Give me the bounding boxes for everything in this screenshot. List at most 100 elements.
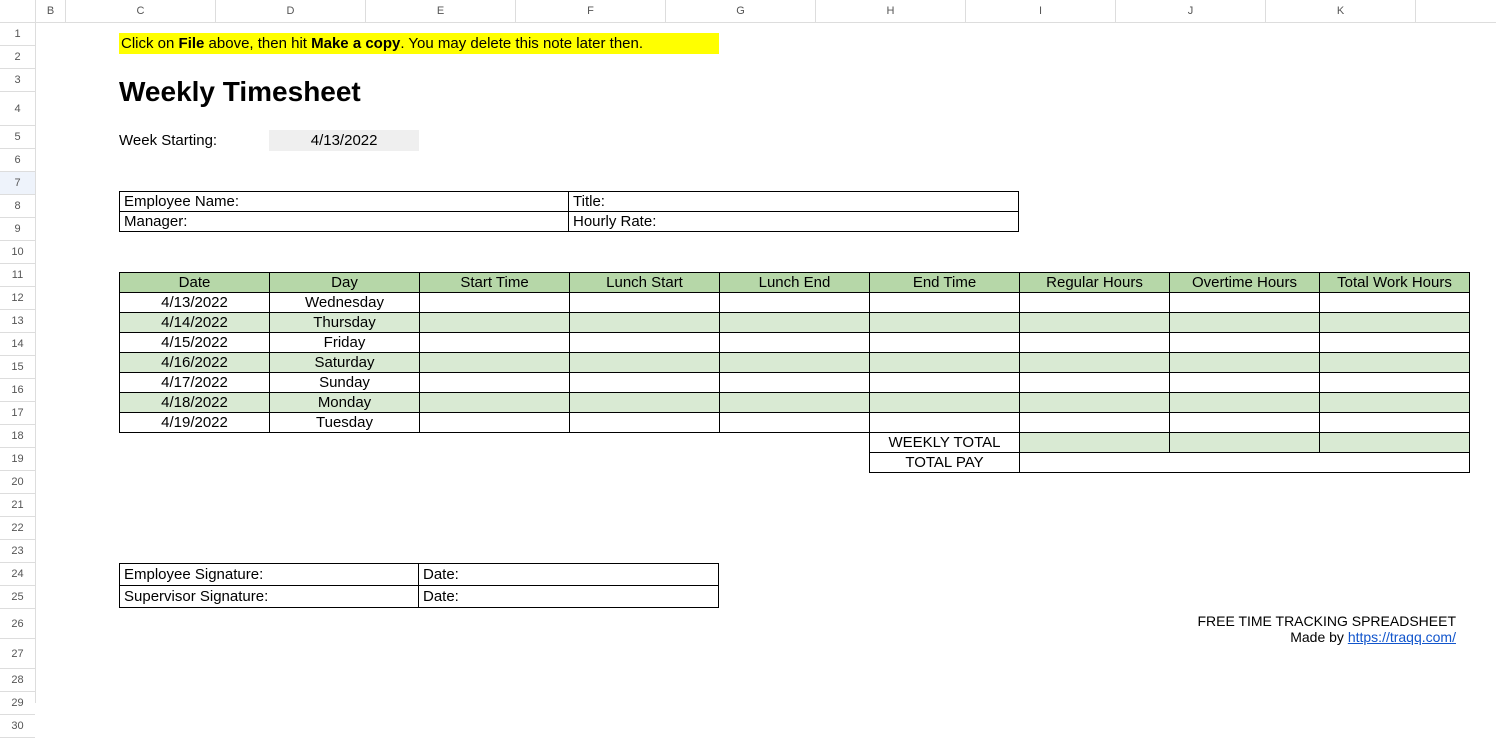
row-header[interactable]: 7 bbox=[0, 172, 35, 195]
cell-value[interactable] bbox=[570, 413, 720, 433]
cell-value[interactable] bbox=[1020, 313, 1170, 333]
title-label[interactable]: Title: bbox=[569, 192, 1018, 211]
cell-value[interactable] bbox=[1170, 373, 1320, 393]
cell-value[interactable] bbox=[420, 393, 570, 413]
cell-value[interactable] bbox=[870, 293, 1020, 313]
row-header[interactable]: 27 bbox=[0, 639, 35, 669]
row-header[interactable]: 23 bbox=[0, 540, 35, 563]
row-header[interactable]: 12 bbox=[0, 287, 35, 310]
cell-value[interactable] bbox=[1020, 373, 1170, 393]
cell-value[interactable] bbox=[1020, 333, 1170, 353]
cell-value[interactable] bbox=[720, 313, 870, 333]
col-total-hours[interactable]: Total Work Hours bbox=[1320, 273, 1470, 293]
weekly-total-regular[interactable] bbox=[1020, 433, 1170, 453]
col-header[interactable]: C bbox=[66, 0, 216, 22]
cell-value[interactable] bbox=[1320, 393, 1470, 413]
hourly-rate-label[interactable]: Hourly Rate: bbox=[569, 212, 1018, 231]
weekly-total-all[interactable] bbox=[1320, 433, 1470, 453]
cell-value[interactable] bbox=[420, 353, 570, 373]
cell-date[interactable]: 4/19/2022 bbox=[120, 413, 270, 433]
cell-value[interactable] bbox=[1020, 293, 1170, 313]
row-header[interactable]: 18 bbox=[0, 425, 35, 448]
cell-day[interactable]: Monday bbox=[270, 393, 420, 413]
employee-signature-date-label[interactable]: Date: bbox=[419, 564, 718, 585]
row-header[interactable]: 2 bbox=[0, 46, 35, 69]
col-day[interactable]: Day bbox=[270, 273, 420, 293]
cell-value[interactable] bbox=[1170, 313, 1320, 333]
col-header[interactable]: J bbox=[1116, 0, 1266, 22]
row-header[interactable]: 6 bbox=[0, 149, 35, 172]
cell-day[interactable]: Thursday bbox=[270, 313, 420, 333]
col-header[interactable]: G bbox=[666, 0, 816, 22]
col-regular-hours[interactable]: Regular Hours bbox=[1020, 273, 1170, 293]
cell-date[interactable]: 4/17/2022 bbox=[120, 373, 270, 393]
cell-value[interactable] bbox=[1170, 413, 1320, 433]
cell-value[interactable] bbox=[570, 293, 720, 313]
cell-value[interactable] bbox=[720, 393, 870, 413]
cell-date[interactable]: 4/15/2022 bbox=[120, 333, 270, 353]
cell-value[interactable] bbox=[870, 353, 1020, 373]
cell-value[interactable] bbox=[870, 313, 1020, 333]
cell-day[interactable]: Sunday bbox=[270, 373, 420, 393]
row-header[interactable]: 21 bbox=[0, 494, 35, 517]
cell-value[interactable] bbox=[1170, 333, 1320, 353]
cell-value[interactable] bbox=[570, 313, 720, 333]
row-header[interactable]: 13 bbox=[0, 310, 35, 333]
row-header[interactable]: 10 bbox=[0, 241, 35, 264]
footer-link[interactable]: https://traqq.com/ bbox=[1348, 629, 1456, 645]
cell-date[interactable]: 4/18/2022 bbox=[120, 393, 270, 413]
row-header[interactable]: 17 bbox=[0, 402, 35, 425]
cell-value[interactable] bbox=[1320, 413, 1470, 433]
cell-value[interactable] bbox=[870, 373, 1020, 393]
col-header[interactable]: B bbox=[36, 0, 66, 22]
col-date[interactable]: Date bbox=[120, 273, 270, 293]
cell-value[interactable] bbox=[420, 373, 570, 393]
cell-value[interactable] bbox=[1320, 313, 1470, 333]
row-header[interactable]: 28 bbox=[0, 669, 35, 692]
cell-date[interactable]: 4/13/2022 bbox=[120, 293, 270, 313]
row-header[interactable]: 1 bbox=[0, 23, 35, 46]
cell-value[interactable] bbox=[1020, 353, 1170, 373]
cell-day[interactable]: Friday bbox=[270, 333, 420, 353]
cell-value[interactable] bbox=[420, 313, 570, 333]
cell-value[interactable] bbox=[870, 413, 1020, 433]
cell-value[interactable] bbox=[1020, 413, 1170, 433]
supervisor-signature-date-label[interactable]: Date: bbox=[419, 586, 718, 607]
cell-value[interactable] bbox=[420, 413, 570, 433]
cell-value[interactable] bbox=[720, 293, 870, 313]
row-header[interactable]: 29 bbox=[0, 692, 35, 715]
row-header[interactable]: 25 bbox=[0, 586, 35, 609]
manager-label[interactable]: Manager: bbox=[120, 212, 569, 231]
row-header[interactable]: 30 bbox=[0, 715, 35, 738]
cell-value[interactable] bbox=[1020, 393, 1170, 413]
row-header[interactable]: 8 bbox=[0, 195, 35, 218]
cell-day[interactable]: Saturday bbox=[270, 353, 420, 373]
col-header[interactable]: E bbox=[366, 0, 516, 22]
cell-value[interactable] bbox=[1170, 293, 1320, 313]
cell-value[interactable] bbox=[870, 393, 1020, 413]
sheet-content[interactable]: Click on File above, then hit Make a cop… bbox=[36, 23, 1496, 608]
row-header[interactable]: 20 bbox=[0, 471, 35, 494]
col-header[interactable]: K bbox=[1266, 0, 1416, 22]
row-header[interactable]: 4 bbox=[0, 92, 35, 126]
cell-value[interactable] bbox=[570, 353, 720, 373]
cell-date[interactable]: 4/16/2022 bbox=[120, 353, 270, 373]
row-header[interactable]: 14 bbox=[0, 333, 35, 356]
cell-value[interactable] bbox=[1320, 293, 1470, 313]
week-starting-value[interactable]: 4/13/2022 bbox=[269, 130, 419, 151]
employee-name-label[interactable]: Employee Name: bbox=[120, 192, 569, 211]
cell-date[interactable]: 4/14/2022 bbox=[120, 313, 270, 333]
cell-value[interactable] bbox=[1320, 373, 1470, 393]
col-start-time[interactable]: Start Time bbox=[420, 273, 570, 293]
col-overtime-hours[interactable]: Overtime Hours bbox=[1170, 273, 1320, 293]
cell-value[interactable] bbox=[1320, 333, 1470, 353]
cell-value[interactable] bbox=[570, 333, 720, 353]
cell-value[interactable] bbox=[720, 413, 870, 433]
cell-value[interactable] bbox=[570, 373, 720, 393]
col-header[interactable]: I bbox=[966, 0, 1116, 22]
cell-value[interactable] bbox=[1170, 353, 1320, 373]
row-header[interactable]: 11 bbox=[0, 264, 35, 287]
col-end-time[interactable]: End Time bbox=[870, 273, 1020, 293]
col-lunch-end[interactable]: Lunch End bbox=[720, 273, 870, 293]
cell-value[interactable] bbox=[720, 353, 870, 373]
